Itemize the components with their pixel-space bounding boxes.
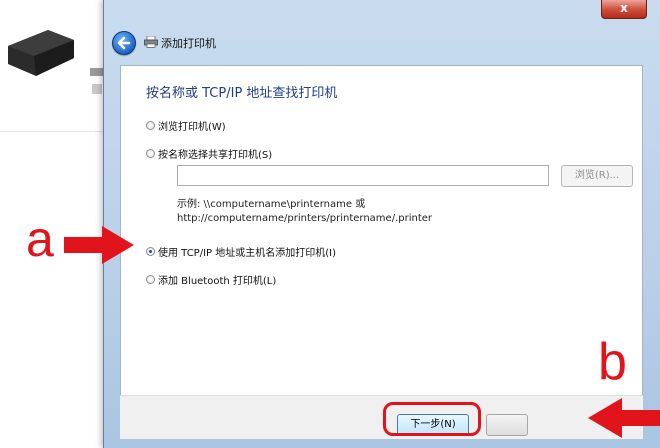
back-arrow-icon	[117, 36, 131, 50]
option-browse-printer[interactable]: 浏览打印机(W)	[146, 118, 226, 133]
example-line-1: 示例: \\computername\printername 或	[177, 199, 366, 210]
arrow-left-icon	[588, 398, 660, 438]
page-heading: 按名称或 TCP/IP 地址查找打印机	[146, 86, 338, 101]
bottom-bar	[120, 395, 643, 439]
dialog-title: 添加打印机	[161, 37, 216, 50]
back-button[interactable]	[112, 31, 136, 55]
close-button[interactable]: x	[601, 0, 647, 19]
option-label: 浏览打印机(W)	[158, 122, 226, 133]
option-label: 添加 Bluetooth 打印机(L)	[158, 276, 277, 287]
cancel-button[interactable]	[486, 414, 528, 436]
browse-button[interactable]: 浏览(R)...	[561, 165, 633, 187]
content-panel: 按名称或 TCP/IP 地址查找打印机 浏览打印机(W) 按名称选择共享打印机(…	[120, 65, 643, 397]
printer-device-icon	[8, 30, 74, 76]
printer-title-icon	[144, 36, 158, 48]
option-bluetooth[interactable]: 添加 Bluetooth 打印机(L)	[146, 272, 276, 287]
radio-bluetooth[interactable]	[146, 275, 155, 284]
option-label: 按名称选择共享打印机(S)	[158, 150, 273, 161]
shared-printer-input[interactable]	[177, 165, 549, 186]
radio-tcpip[interactable]	[146, 247, 155, 256]
background-panel	[0, 0, 108, 448]
radio-shared[interactable]	[146, 149, 155, 158]
option-shared-printer[interactable]: 按名称选择共享打印机(S)	[146, 146, 272, 161]
annotation-label-a: a	[26, 211, 54, 267]
example-text: 示例: \\computername\printername 或 http://…	[177, 198, 432, 226]
option-tcpip[interactable]: 使用 TCP/IP 地址或主机名添加打印机(I)	[146, 244, 336, 259]
divider	[0, 131, 108, 132]
highlight-ring	[383, 402, 481, 436]
add-printer-dialog: x 添加打印机 按名称或 TCP/IP 地址查找打印机 浏览打印机(W) 按名称…	[103, 0, 660, 448]
radio-browse[interactable]	[146, 121, 155, 130]
example-line-2: http://computername/printers/printername…	[177, 213, 433, 224]
arrow-right-icon	[64, 226, 134, 264]
annotation-label-b: b	[598, 333, 627, 391]
option-label: 使用 TCP/IP 地址或主机名添加打印机(I)	[158, 248, 336, 259]
